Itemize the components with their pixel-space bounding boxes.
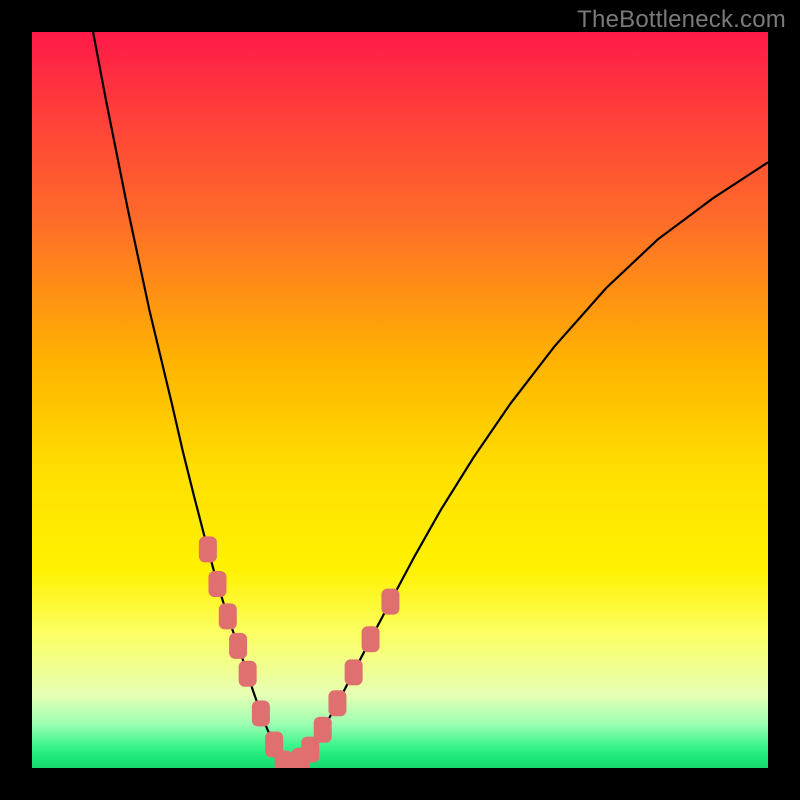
plot-area — [32, 32, 768, 768]
curve-marker — [362, 626, 380, 652]
bottleneck-curve — [93, 32, 768, 768]
marker-group — [199, 536, 400, 768]
curve-marker — [252, 701, 270, 727]
curve-marker — [239, 661, 257, 687]
curve-marker — [381, 589, 399, 615]
plot-svg — [32, 32, 768, 768]
curve-marker — [314, 717, 332, 743]
curve-marker — [328, 690, 346, 716]
curve-marker — [219, 603, 237, 629]
watermark-text: TheBottleneck.com — [577, 6, 786, 34]
curve-marker — [229, 633, 247, 659]
stage: TheBottleneck.com — [0, 0, 800, 800]
curve-marker — [208, 571, 226, 597]
curve-marker — [199, 536, 217, 562]
curve-marker — [345, 659, 363, 685]
